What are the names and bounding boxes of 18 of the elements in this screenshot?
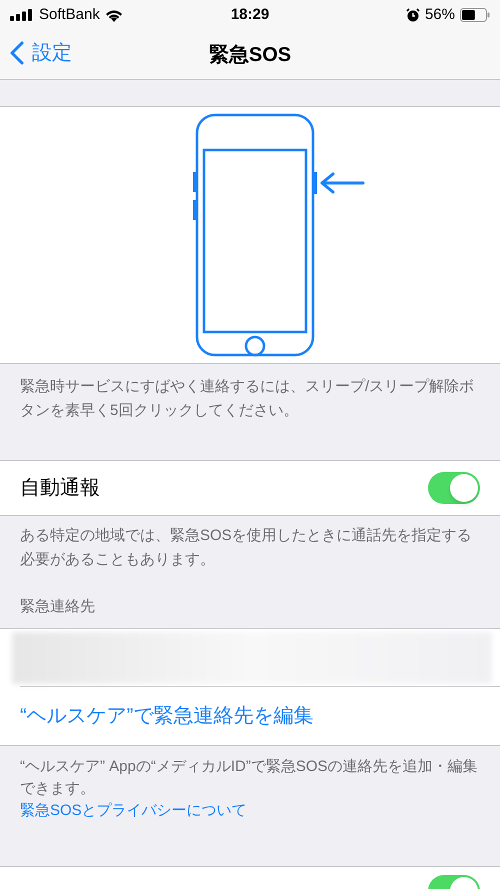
carrier-name: SoftBank (39, 4, 100, 25)
battery-percent: 56% (424, 4, 455, 25)
signal-icon (10, 9, 34, 21)
illustration-caption: 緊急時サービスにすばやく連絡するには、スリープ/スリープ解除ボタンを素早く5回クリックしてください。 (19, 377, 476, 421)
status-time: 18:29 (230, 4, 270, 25)
contacts-footer: “ヘルスケア” Appの“メディカルID”で緊急SOSの連絡先を追加・編集できます。 (20, 756, 480, 800)
edit-contacts-link[interactable]: “ヘルスケア”で緊急連絡先を編集 (20, 701, 314, 731)
privacy-link[interactable]: 緊急SOSとプライバシーについて (20, 800, 247, 822)
nav-title: 緊急SOS (208, 42, 292, 68)
toggle-switch[interactable] (428, 472, 480, 504)
chevron-left-icon (10, 41, 24, 65)
alarm-clock-icon (406, 8, 420, 22)
section-header: 緊急連絡先 (19, 597, 96, 617)
back-button[interactable]: 設定 (10, 38, 72, 68)
wifi-icon (104, 8, 123, 22)
auto-call-footer: ある特定の地域では、緊急SOSを使用したときに通話先を指定する必要があることもあります。 (0, 516, 500, 596)
battery-icon (460, 8, 490, 22)
auto-call-label: 自動通報 (20, 476, 101, 501)
